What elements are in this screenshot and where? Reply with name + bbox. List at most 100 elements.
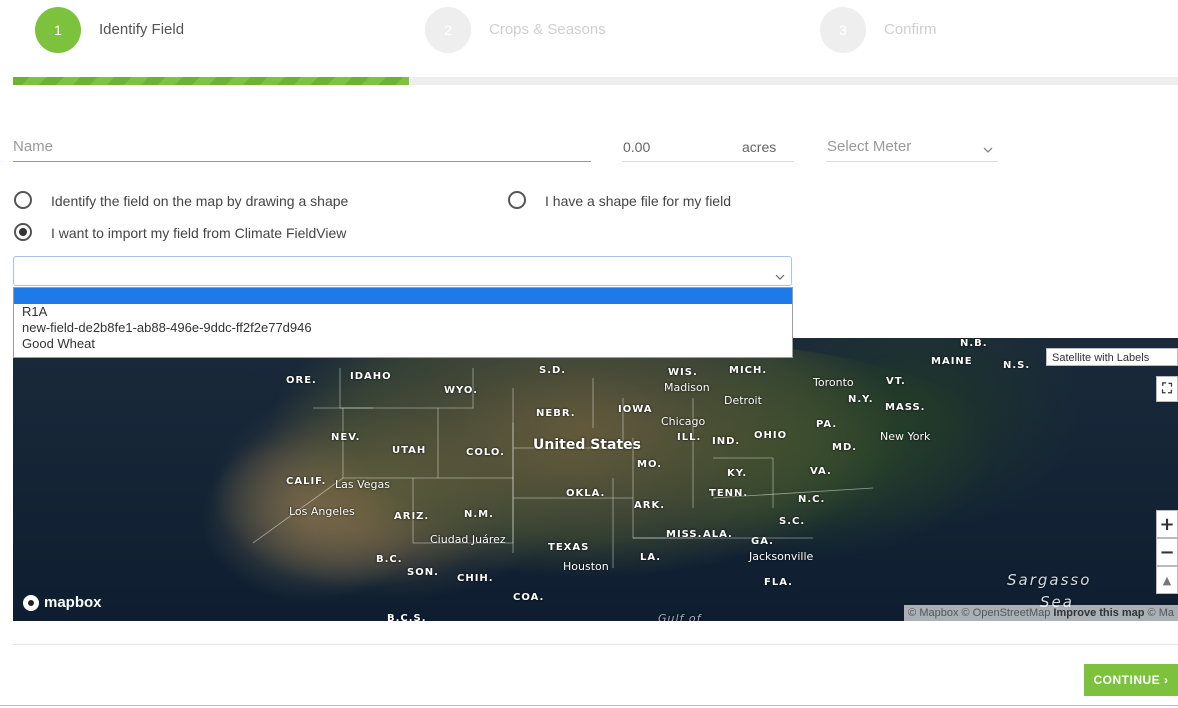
chevron-down-icon[interactable] — [982, 140, 994, 159]
map-attribution: © Mapbox © OpenStreetMap Improve this ma… — [904, 605, 1178, 621]
map-label-okla: OKLA. — [566, 488, 606, 499]
map-label-bc: B.C. — [376, 554, 403, 565]
map-label-sargasso: Sargasso — [1007, 571, 1092, 589]
map-label-coa: COA. — [513, 592, 545, 603]
map-label-newyork: New York — [880, 430, 931, 443]
map-label-tenn: TENN. — [709, 488, 749, 499]
map-label-miss: MISS. — [666, 529, 703, 540]
map-label-ciudadjuarez: Ciudad Juárez — [430, 533, 506, 546]
map-label-iowa: IOWA — [618, 404, 653, 415]
map-label-united-states: United States — [533, 437, 641, 453]
footer-divider — [13, 644, 1178, 645]
map-label-ariz: ARIZ. — [394, 511, 430, 522]
map-label-md: MD. — [832, 442, 858, 453]
radio-import-fieldview-label[interactable]: I want to import my field from Climate F… — [51, 225, 346, 241]
meter-select[interactable]: Select Meter — [827, 138, 911, 155]
mapbox-icon — [23, 594, 39, 611]
zoom-out-button[interactable]: − — [1156, 538, 1178, 566]
map-label-losangeles: Los Angeles — [289, 505, 355, 518]
map-label-chih: CHIH. — [457, 573, 494, 584]
progress-fill — [13, 77, 410, 85]
map-label-ky: KY. — [727, 468, 748, 479]
map-label-idaho: IDAHO — [350, 371, 392, 382]
mapbox-logo-text: mapbox — [44, 594, 102, 611]
meter-underline — [826, 161, 998, 162]
map-style-select[interactable]: Satellite with Labels — [1046, 348, 1178, 366]
map-label-ill: ILL. — [677, 432, 702, 443]
map-label-utah: UTAH — [392, 445, 427, 456]
map-label-mo: MO. — [637, 459, 663, 470]
continue-button[interactable]: CONTINUE › — [1084, 664, 1178, 696]
attribution-tail[interactable]: © Ma — [1148, 607, 1174, 619]
map-label-ohio: OHIO — [754, 430, 788, 441]
step-2-label[interactable]: Crops & Seasons — [489, 21, 606, 38]
map-label-bcs: B.C.S. — [387, 613, 427, 621]
dropdown-option-new-field[interactable]: new-field-de2b8fe1-ab88-496e-9ddc-ff2f2e… — [14, 320, 792, 336]
chevron-down-icon[interactable] — [775, 266, 785, 285]
acres-underline — [622, 161, 794, 162]
fieldview-field-dropdown[interactable]: R1A new-field-de2b8fe1-ab88-496e-9ddc-ff… — [13, 287, 793, 358]
dropdown-option-good-wheat[interactable]: Good Wheat — [14, 336, 792, 352]
map-label-nebr: NEBR. — [536, 408, 576, 419]
map-label-ind: IND. — [712, 436, 741, 447]
name-input[interactable]: Name — [13, 138, 53, 155]
map-label-nc: N.C. — [798, 494, 826, 505]
map-label-mass: MASS. — [885, 402, 926, 413]
map-label-nb: N.B. — [960, 338, 988, 349]
compass-button[interactable]: ▲ — [1156, 566, 1178, 594]
dropdown-option-empty[interactable] — [14, 288, 792, 304]
map-label-detroit: Detroit — [724, 394, 762, 407]
map-label-va: VA. — [810, 466, 832, 477]
attribution-text[interactable]: © Mapbox © OpenStreetMap — [908, 607, 1050, 619]
map-label-gulfof: Gulf of — [658, 612, 702, 621]
map-label-mich: MICH. — [729, 365, 768, 376]
dropdown-option-r1a[interactable]: R1A — [14, 304, 792, 320]
map-label-chicago: Chicago — [661, 415, 706, 428]
step-1-circle[interactable]: 1 — [35, 7, 81, 53]
step-3-label[interactable]: Confirm — [884, 21, 937, 38]
step-1-label[interactable]: Identify Field — [99, 21, 184, 38]
step-3-circle[interactable]: 3 — [820, 7, 866, 53]
radio-shape-file-label[interactable]: I have a shape file for my field — [545, 193, 731, 209]
map-label-ns: N.S. — [1003, 360, 1031, 371]
zoom-in-button[interactable]: + — [1156, 510, 1178, 538]
radio-shape-file[interactable] — [508, 191, 526, 209]
fullscreen-button[interactable]: ⛶ — [1156, 376, 1178, 402]
step-2-circle[interactable]: 2 — [425, 7, 471, 53]
map-label-pa: PA. — [816, 419, 838, 430]
map-label-calif: CALIF. — [286, 476, 327, 487]
map-label-ga: GA. — [751, 536, 774, 547]
fieldview-field-select[interactable] — [13, 256, 792, 286]
map-label-toronto: Toronto — [813, 376, 854, 389]
map-label-son: SON. — [407, 567, 439, 578]
fullscreen-icon: ⛶ — [1162, 381, 1172, 397]
map-label-la: LA. — [640, 552, 662, 563]
map-label-sd: S.D. — [539, 365, 567, 376]
map-label-nev: NEV. — [331, 432, 361, 443]
compass-icon: ▲ — [1162, 573, 1172, 587]
map-label-ala: ALA. — [703, 529, 733, 540]
map-label-houston: Houston — [563, 560, 609, 573]
acres-unit: acres — [742, 139, 777, 155]
map-label-madison: Madison — [664, 381, 710, 394]
bottom-border — [0, 705, 1178, 706]
acres-input[interactable]: 0.00 — [623, 139, 650, 155]
map[interactable]: N.B. MAINE N.S. ORE. IDAHO WYO. S.D. WIS… — [13, 338, 1178, 621]
map-label-nm: N.M. — [464, 509, 494, 520]
map-label-ny: N.Y. — [848, 394, 874, 405]
map-label-colo: COLO. — [466, 447, 505, 458]
map-label-wis: WIS. — [668, 367, 698, 378]
map-label-maine: MAINE — [931, 356, 973, 367]
improve-map-link[interactable]: Improve this map — [1053, 607, 1144, 619]
map-label-fla: FLA. — [764, 577, 793, 588]
radio-import-fieldview[interactable] — [14, 223, 32, 241]
radio-draw-shape-label[interactable]: Identify the field on the map by drawing… — [51, 193, 348, 209]
map-label-sc: S.C. — [779, 516, 806, 527]
name-input-underline — [13, 161, 591, 162]
radio-draw-shape[interactable] — [14, 191, 32, 209]
mapbox-logo[interactable]: mapbox — [23, 594, 102, 611]
map-label-lasvegas: Las Vegas — [335, 478, 390, 491]
map-label-ark: ARK. — [634, 500, 665, 511]
map-label-texas: TEXAS — [548, 542, 590, 553]
map-label-wyo: WYO. — [444, 385, 478, 396]
